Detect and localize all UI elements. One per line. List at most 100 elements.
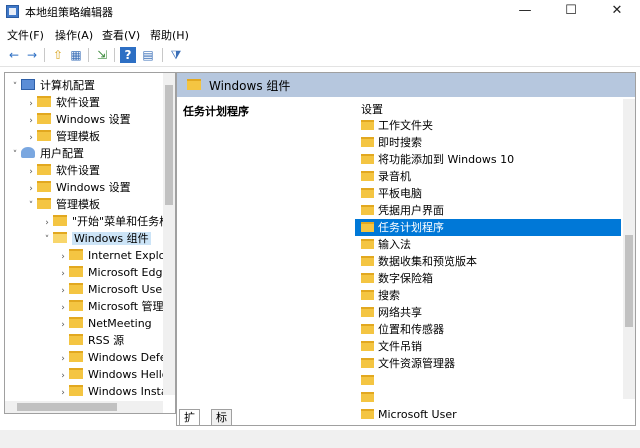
tree-item[interactable]: ˅ 用户配置	[9, 145, 84, 162]
folder-icon	[69, 317, 83, 328]
selected-item-title: 任务计划程序	[183, 105, 249, 118]
list-item[interactable]	[355, 389, 621, 406]
folder-icon	[187, 79, 201, 90]
export-list-icon[interactable]: ⇲	[94, 47, 110, 63]
folder-icon	[37, 181, 51, 192]
tab-standard[interactable]: 标准	[211, 409, 232, 425]
tree-item-label: 管理模板	[56, 198, 100, 211]
list-item[interactable]: Microsoft User	[355, 406, 621, 423]
tree-item[interactable]: › "开始"菜单和任务栏	[41, 213, 170, 230]
menu-view[interactable]: 查看(V)	[102, 27, 140, 43]
folder-icon	[361, 137, 374, 147]
tree-item-label: 软件设置	[56, 164, 100, 177]
tree-horizontal-scrollbar[interactable]	[5, 401, 163, 413]
tree-item-label: RSS 源	[88, 334, 125, 347]
list-item-label: 录音机	[378, 170, 411, 183]
show-hide-tree-icon[interactable]: ▦	[68, 47, 84, 63]
tree-item-label: "开始"菜单和任务栏	[72, 215, 171, 228]
tree-item[interactable]: RSS 源	[57, 332, 124, 349]
menu-file[interactable]: 文件(F)	[7, 27, 44, 43]
up-folder-icon[interactable]: ⇧	[50, 47, 66, 63]
tree-item[interactable]: › 管理模板	[25, 128, 100, 145]
tree-item[interactable]: ˅ 管理模板	[25, 196, 100, 213]
maximize-button[interactable]: ☐	[548, 0, 594, 24]
minimize-button[interactable]: —	[502, 0, 548, 24]
chevron-down-icon[interactable]: ˅	[9, 147, 21, 164]
close-button[interactable]: ✕	[594, 0, 640, 24]
menu-action[interactable]: 操作(A)	[55, 27, 93, 43]
list-item[interactable]: 输入法	[355, 236, 621, 253]
folder-icon	[361, 120, 374, 130]
tree-item[interactable]: › NetMeeting	[57, 315, 152, 332]
tree-item[interactable]: › Windows 设置	[25, 111, 131, 128]
tree-vertical-scrollbar[interactable]	[163, 73, 175, 395]
chevron-down-icon[interactable]: ˅	[41, 232, 53, 249]
status-bar	[0, 430, 640, 448]
list-item[interactable]: 任务计划程序	[355, 219, 621, 236]
list-item[interactable]: 数字保险箱	[355, 270, 621, 287]
list-item-label: 文件资源管理器	[378, 357, 455, 370]
tree-item-label: Windows 组件	[72, 232, 151, 245]
toolbar-divider	[44, 48, 45, 62]
tree-item[interactable]: › Windows Hello	[57, 366, 168, 383]
list-item[interactable]: 文件吊销	[355, 338, 621, 355]
list-item[interactable]: 凭据用户界面	[355, 202, 621, 219]
properties-icon[interactable]: ▤	[140, 47, 156, 63]
settings-list[interactable]: 设置 工作文件夹 即时搜索将功能添加到 Windows 10 录音机平板电脑凭据用户…	[355, 99, 625, 425]
tree-item[interactable]: ›Windows Defender	[57, 349, 175, 366]
tree-item-label: Windows Hello	[88, 368, 169, 381]
forward-arrow-icon[interactable]: →	[24, 47, 40, 63]
folder-icon	[69, 334, 83, 345]
list-item[interactable]: 位置和传感器	[355, 321, 621, 338]
list-item[interactable]: 数据收集和预览版本	[355, 253, 621, 270]
tree-item[interactable]: ˅ 计算机配置	[9, 77, 95, 94]
tree-item[interactable]: ›Microsoft User Experience	[57, 281, 175, 298]
filter-icon[interactable]: ⧩	[168, 47, 184, 63]
help-icon[interactable]: ?	[120, 47, 136, 63]
list-item[interactable]: 录音机	[355, 168, 621, 185]
list-vertical-scrollbar[interactable]	[623, 99, 635, 399]
scroll-thumb[interactable]	[165, 85, 173, 205]
folder-icon	[361, 358, 374, 368]
folder-icon	[361, 392, 374, 402]
tree-item[interactable]: › Microsoft Edge	[57, 264, 169, 281]
column-header-setting[interactable]: 设置	[361, 101, 383, 117]
tree-item[interactable]: › Windows 设置	[25, 179, 131, 196]
folder-icon	[69, 300, 83, 311]
folder-icon	[361, 324, 374, 334]
list-item[interactable]: 搜索	[355, 287, 621, 304]
list-item-label: Microsoft User	[378, 408, 457, 421]
tree-item-label: Windows 设置	[56, 113, 131, 126]
tree-item[interactable]: › Internet Explorer	[57, 247, 175, 264]
tree-pane[interactable]: ˅ 计算机配置 › 软件设置 › Windows 设置 › 管理模板 ˅ 用户配置 › 软件设置 › Wi…	[4, 72, 176, 414]
list-item[interactable]	[355, 372, 621, 389]
chevron-down-icon[interactable]: ˅	[9, 79, 21, 96]
tab-extended[interactable]: 扩展	[179, 409, 200, 425]
list-item-label: 文件吊销	[378, 340, 422, 353]
list-item-label: 输入法	[378, 238, 411, 251]
list-item[interactable]: Microsoft 管理	[355, 423, 621, 425]
list-item[interactable]: 即时搜索	[355, 134, 621, 151]
tree-item[interactable]: › 软件设置	[25, 94, 100, 111]
list-item[interactable]: 网络共享	[355, 304, 621, 321]
folder-icon	[37, 198, 51, 209]
list-item-label: 凭据用户界面	[378, 204, 444, 217]
list-item[interactable]: 文件资源管理器	[355, 355, 621, 372]
details-header: Windows 组件	[177, 73, 635, 97]
list-item-label: 将功能添加到 Windows 10	[378, 153, 515, 166]
list-item[interactable]: 工作文件夹	[355, 117, 621, 134]
menu-help[interactable]: 帮助(H)	[150, 27, 189, 43]
list-item[interactable]: 平板电脑	[355, 185, 621, 202]
tree-item[interactable]: ˅ Windows 组件	[41, 230, 151, 247]
tree-item[interactable]: › 软件设置	[25, 162, 100, 179]
chevron-down-icon[interactable]: ˅	[25, 198, 37, 215]
back-arrow-icon[interactable]: ←	[6, 47, 22, 63]
tree-item[interactable]: ›Microsoft 管理控制台	[57, 298, 175, 315]
scroll-thumb[interactable]	[17, 403, 117, 411]
tree-item[interactable]: › Windows Installer	[57, 383, 175, 400]
folder-icon	[361, 222, 374, 232]
list-item-label: 平板电脑	[378, 187, 422, 200]
scroll-thumb[interactable]	[625, 235, 633, 327]
toolbar: ← → ⇧ ▦ ⇲ ? ▤ ⧩	[0, 44, 640, 67]
list-item[interactable]: 将功能添加到 Windows 10	[355, 151, 621, 168]
